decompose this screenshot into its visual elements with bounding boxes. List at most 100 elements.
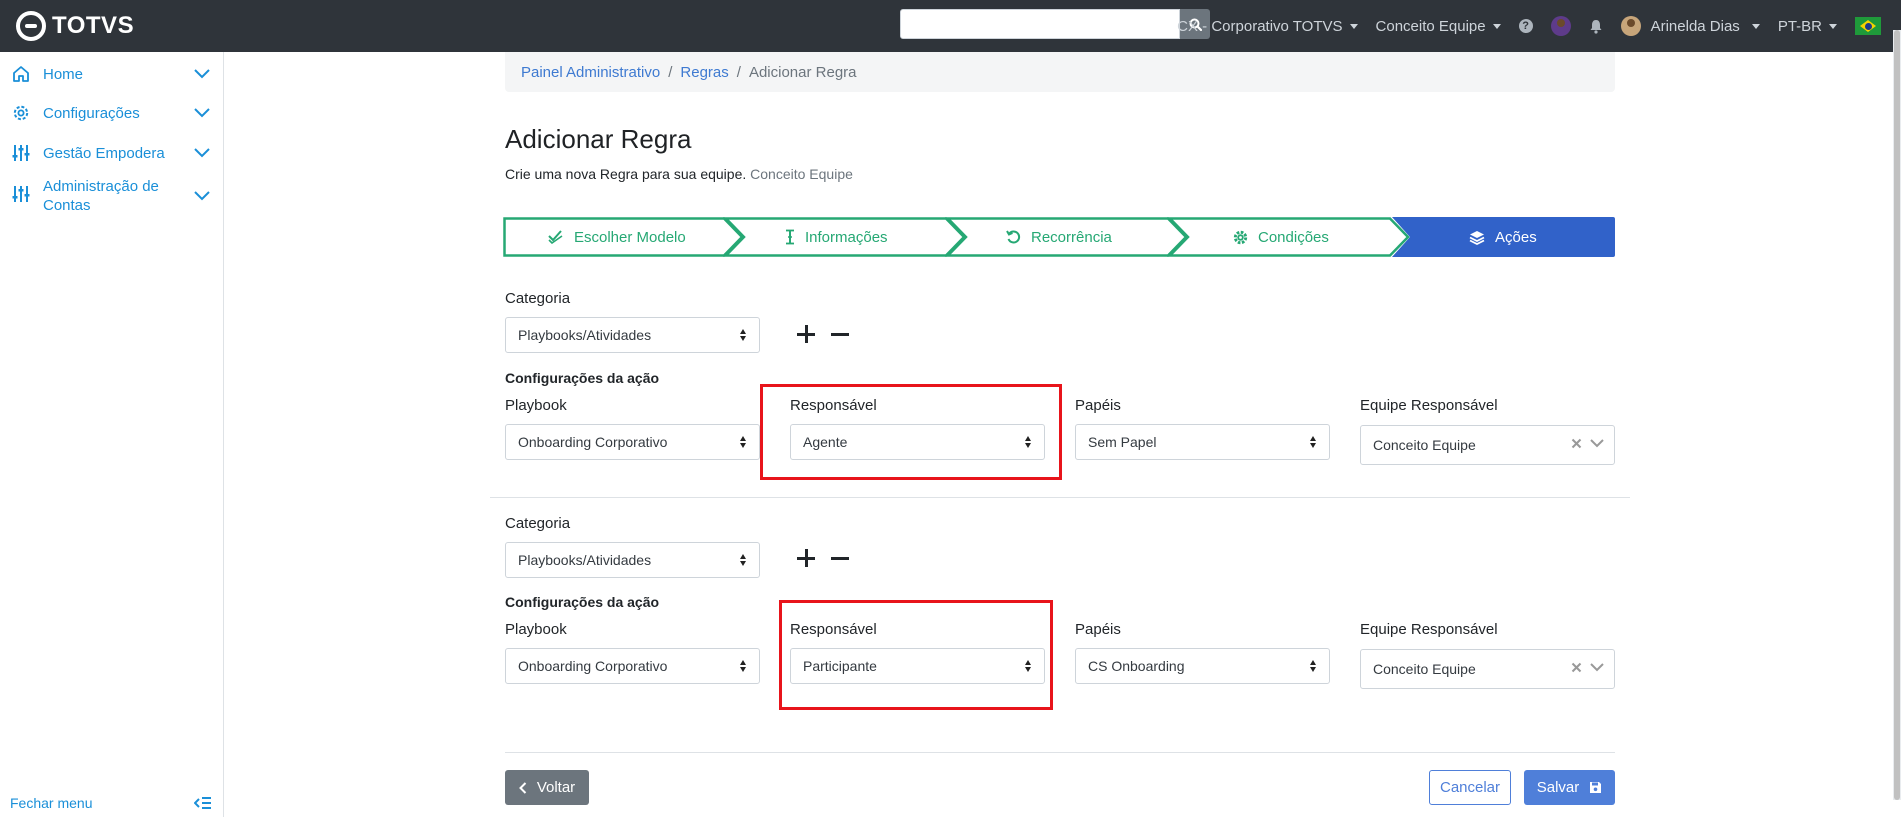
action-config-heading: Configurações da ação — [505, 370, 660, 386]
roles-select[interactable]: CS Onboarding — [1075, 648, 1330, 684]
caret-down-icon — [1492, 23, 1501, 29]
section-divider — [490, 497, 1630, 498]
totvs-logo[interactable]: TOTVS — [16, 11, 134, 41]
chevron-down-icon[interactable] — [194, 191, 210, 201]
page-title: Adicionar Regra — [505, 124, 692, 154]
sort-arrows-icon — [740, 328, 747, 342]
sliders-icon — [12, 145, 30, 161]
search-input[interactable] — [900, 9, 1180, 39]
roles-label: Papéis — [1075, 621, 1121, 638]
action-config-heading: Configurações da ação — [505, 594, 660, 610]
remove-action-button[interactable] — [831, 549, 849, 567]
sort-arrows-icon — [740, 659, 747, 673]
wizard-step-acoes[interactable]: Ações — [1469, 217, 1537, 257]
team-dropdown-label: Conceito Equipe — [1375, 17, 1486, 35]
totvs-logo-icon — [16, 11, 46, 41]
team-select-controls — [1571, 662, 1604, 673]
playbook-select[interactable]: Onboarding Corporativo — [505, 424, 760, 460]
assistant-avatar-icon[interactable] — [1550, 16, 1571, 36]
playbook-select-value: Onboarding Corporativo — [518, 658, 668, 674]
save-icon — [1590, 782, 1602, 793]
brazil-flag-icon[interactable] — [1855, 17, 1881, 35]
playbook-select[interactable]: Onboarding Corporativo — [505, 648, 760, 684]
clear-icon[interactable] — [1571, 438, 1582, 449]
roles-select[interactable]: Sem Papel — [1075, 424, 1330, 460]
caret-down-icon — [1829, 23, 1837, 29]
category-add-remove — [797, 549, 849, 567]
wizard-step-condicoes[interactable]: Condições — [1233, 217, 1329, 257]
sort-arrows-icon — [1310, 659, 1317, 673]
breadcrumb: Painel Administrativo / Regras / Adicion… — [505, 52, 1615, 92]
chevron-down-icon[interactable] — [1590, 439, 1604, 448]
remove-action-button[interactable] — [831, 325, 849, 343]
breadcrumb-link-regras[interactable]: Regras — [680, 64, 728, 81]
clear-icon[interactable] — [1571, 662, 1582, 673]
add-action-button[interactable] — [797, 325, 815, 343]
user-name: Arinelda Dias — [1650, 17, 1740, 35]
close-menu-label: Fechar menu — [10, 795, 93, 811]
save-button[interactable]: Salvar — [1524, 770, 1615, 805]
navbar-right: CX - Corporativo TOTVS Conceito Equipe ?… — [1177, 0, 1881, 52]
wizard-step-label: Informações — [805, 228, 888, 246]
team-responsible-label: Equipe Responsável — [1360, 397, 1498, 414]
back-button[interactable]: Voltar — [505, 770, 589, 805]
chevron-down-icon[interactable] — [1590, 663, 1604, 672]
sliders-icon — [12, 186, 30, 202]
search-group — [900, 9, 1210, 39]
category-select[interactable]: Playbooks/Atividades — [505, 317, 760, 353]
bell-icon[interactable] — [1589, 19, 1603, 34]
breadcrumb-separator: / — [736, 63, 741, 81]
team-dropdown[interactable]: Conceito Equipe — [1376, 18, 1501, 35]
wizard-step-label: Recorrência — [1031, 228, 1112, 246]
highlight-box-responsible-2 — [779, 600, 1053, 710]
category-select[interactable]: Playbooks/Atividades — [505, 542, 760, 578]
roles-select-value: CS Onboarding — [1088, 658, 1185, 674]
sort-arrows-icon — [740, 553, 747, 567]
caret-down-icon — [1349, 23, 1358, 29]
chevron-down-icon[interactable] — [194, 69, 210, 79]
breadcrumb-link-painel[interactable]: Painel Administrativo — [521, 64, 660, 81]
wizard-step-label: Ações — [1495, 228, 1537, 246]
org-dropdown-label: CX - Corporativo TOTVS — [1177, 17, 1343, 35]
page-scrollbar[interactable] — [1893, 30, 1901, 800]
page-subtitle-text: Crie uma nova Regra para sua equipe. — [505, 166, 747, 182]
page-subtitle-team: Conceito Equipe — [750, 166, 853, 182]
double-check-icon — [548, 230, 563, 244]
chevron-left-icon — [518, 781, 527, 794]
add-action-button[interactable] — [797, 549, 815, 567]
undo-icon — [1006, 230, 1021, 243]
language-label: PT-BR — [1777, 17, 1822, 35]
team-responsible-select[interactable]: Conceito Equipe — [1360, 649, 1615, 689]
logo-text: TOTVS — [52, 12, 135, 39]
wizard-step-escolher-modelo[interactable]: Escolher Modelo — [548, 217, 686, 257]
chevron-down-icon[interactable] — [194, 108, 210, 118]
sidebar-item-configuracoes[interactable]: Configurações — [0, 99, 224, 127]
category-select-value: Playbooks/Atividades — [518, 327, 652, 343]
caret-down-icon — [1751, 23, 1760, 29]
user-avatar — [1620, 16, 1641, 36]
close-menu-button[interactable]: Fechar menu — [10, 795, 212, 811]
scrollbar-thumb[interactable] — [1894, 30, 1900, 800]
gear-icon — [13, 105, 29, 121]
roles-label: Papéis — [1075, 397, 1121, 414]
category-label: Categoria — [505, 515, 571, 532]
org-dropdown[interactable]: CX - Corporativo TOTVS — [1177, 17, 1358, 35]
team-responsible-label: Equipe Responsável — [1360, 621, 1498, 638]
cancel-button[interactable]: Cancelar — [1429, 770, 1511, 805]
highlight-box-responsible-1 — [760, 384, 1062, 480]
help-icon[interactable]: ? — [1518, 19, 1533, 33]
team-responsible-select[interactable]: Conceito Equipe — [1360, 425, 1615, 465]
wizard-step-informacoes[interactable]: Informações — [785, 217, 888, 257]
user-dropdown[interactable]: Arinelda Dias — [1620, 16, 1760, 36]
roles-select-value: Sem Papel — [1088, 434, 1157, 450]
chevron-down-icon[interactable] — [194, 148, 210, 158]
sidebar-item-label: Gestão Empodera — [43, 144, 165, 162]
category-add-remove — [797, 325, 849, 343]
sidebar-item-administracao-contas[interactable]: Administração de Contas — [0, 172, 224, 220]
sidebar-item-home[interactable]: Home — [0, 60, 224, 88]
sidebar-item-gestao-empodera[interactable]: Gestão Empodera — [0, 139, 224, 167]
breadcrumb-current: Adicionar Regra — [748, 63, 857, 81]
wizard-step-recorrencia[interactable]: Recorrência — [1006, 217, 1112, 257]
wizard-step-label: Condições — [1258, 228, 1329, 246]
language-dropdown[interactable]: PT-BR — [1778, 18, 1837, 35]
